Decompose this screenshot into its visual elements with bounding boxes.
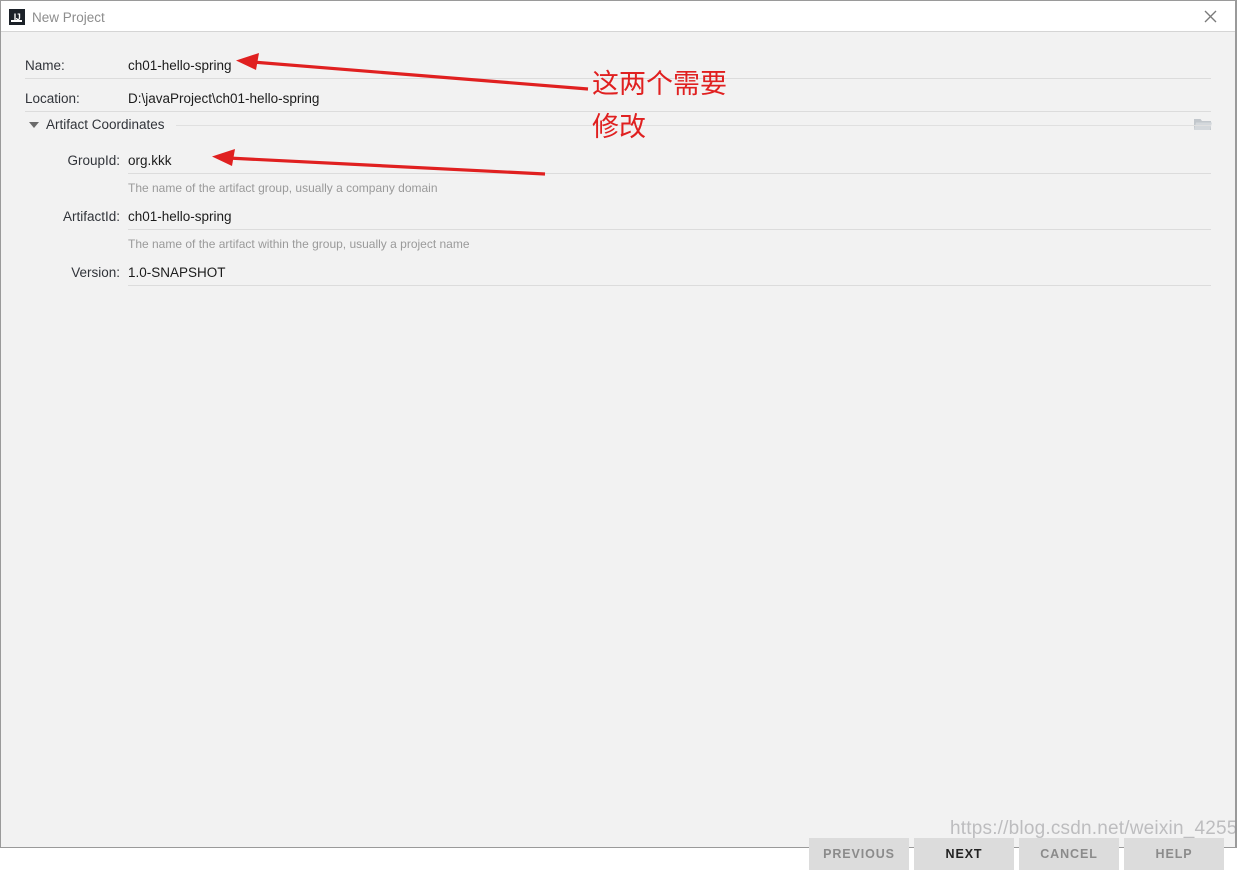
version-label: Version: xyxy=(71,265,120,280)
field-row-artifactid: ArtifactId: ch01-hello-spring The name o… xyxy=(1,204,1235,251)
title-bar: IJ New Project xyxy=(1,1,1235,32)
location-input[interactable]: D:\javaProject\ch01-hello-spring xyxy=(128,91,319,107)
groupid-label: GroupId: xyxy=(67,153,120,168)
dialog-button-bar: PREVIOUS NEXT CANCEL HELP xyxy=(1,838,1235,874)
artifact-coordinates-title: Artifact Coordinates xyxy=(46,117,165,132)
field-row-location: Location: D:\javaProject\ch01-hello-spri… xyxy=(1,86,1235,112)
location-input-underline xyxy=(25,111,1211,112)
artifactid-hint: The name of the artifact within the grou… xyxy=(128,237,470,251)
groupid-input-underline xyxy=(128,173,1211,174)
field-row-version: Version: 1.0-SNAPSHOT xyxy=(1,260,1235,286)
triangle-down-icon[interactable] xyxy=(29,122,39,128)
next-button[interactable]: NEXT xyxy=(914,838,1014,870)
name-label: Name: xyxy=(25,58,65,73)
artifactid-label: ArtifactId: xyxy=(62,209,120,224)
intellij-idea-icon: IJ xyxy=(9,9,25,25)
artifactid-input[interactable]: ch01-hello-spring xyxy=(128,209,232,225)
name-input[interactable]: ch01-hello-spring xyxy=(128,58,232,74)
groupid-hint: The name of the artifact group, usually … xyxy=(128,181,438,195)
window-title: New Project xyxy=(32,10,105,25)
location-label: Location: xyxy=(25,91,80,106)
field-row-groupid: GroupId: org.kkk The name of the artifac… xyxy=(1,148,1235,195)
new-project-dialog: IJ New Project Name: ch01-hello-spring L… xyxy=(0,0,1237,870)
previous-button[interactable]: PREVIOUS xyxy=(809,838,909,870)
artifact-coordinates-section-header[interactable]: Artifact Coordinates xyxy=(1,116,1235,134)
section-divider xyxy=(176,125,1211,126)
groupid-input[interactable]: org.kkk xyxy=(128,153,172,169)
cancel-button[interactable]: CANCEL xyxy=(1019,838,1119,870)
help-button[interactable]: HELP xyxy=(1124,838,1224,870)
field-row-name: Name: ch01-hello-spring xyxy=(1,53,1235,79)
artifactid-input-underline xyxy=(128,229,1211,230)
close-icon[interactable] xyxy=(1191,1,1229,31)
close-icon-glyph xyxy=(1204,10,1216,22)
name-input-underline xyxy=(25,78,1211,79)
version-input-underline xyxy=(128,285,1211,286)
version-input[interactable]: 1.0-SNAPSHOT xyxy=(128,265,226,281)
watermark-text: https://blog.csdn.net/weixin_42556863 xyxy=(950,818,1237,839)
dialog-body: Name: ch01-hello-spring Location: D:\jav… xyxy=(1,32,1235,870)
